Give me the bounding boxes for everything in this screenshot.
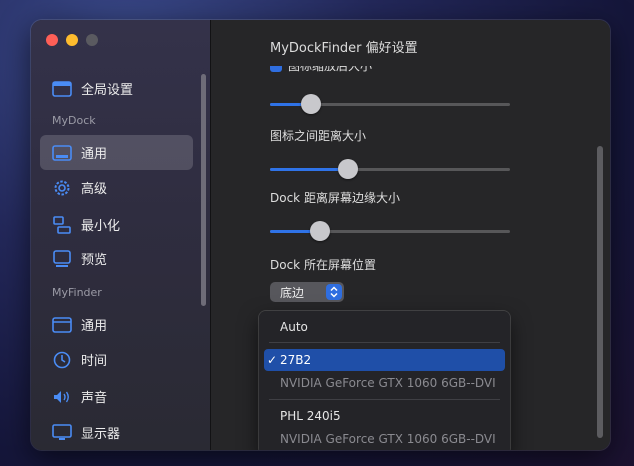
sidebar-item-minimize[interactable]: 最小化: [40, 207, 193, 242]
dock-position-popup[interactable]: 底边: [270, 282, 344, 302]
slider-knob[interactable]: [300, 94, 321, 114]
sidebar-item-advanced[interactable]: 高级: [40, 170, 193, 205]
sidebar-item-label: 通用: [81, 147, 108, 162]
display-select-menu: Auto ✓ 27B2 NVIDIA GeForce GTX 1060 6GB-…: [259, 311, 510, 450]
sidebar-item-label: 最小化: [81, 219, 121, 234]
sidebar-scrollbar[interactable]: [201, 74, 206, 306]
window-icon: [52, 315, 72, 335]
sidebar-item-sound[interactable]: 声音: [40, 379, 193, 414]
gear-icon: [52, 178, 72, 198]
menu-item-gpu-info: NVIDIA GeForce GTX 1060 6GB--DVI: [280, 376, 496, 390]
sidebar: 全局设置 MyDock 通用 高级 最小化 预览 MyFinder 通用 时间 …: [31, 20, 211, 450]
icon-spacing-slider[interactable]: [270, 159, 510, 179]
slider-knob[interactable]: [338, 159, 359, 179]
icon-zoom-size-label: 图标缩放后大小: [288, 66, 373, 73]
speaker-icon: [52, 387, 72, 407]
sidebar-item-dock-general[interactable]: 通用: [40, 135, 193, 170]
sidebar-item-label: 全局设置: [81, 83, 134, 98]
sidebar-item-label: 声音: [81, 391, 108, 406]
sidebar-item-label: 显示器: [81, 427, 121, 442]
sidebar-item-finder-general[interactable]: 通用: [40, 307, 193, 342]
sidebar-item-display[interactable]: 显示器: [40, 415, 193, 450]
minimize-button[interactable]: [66, 34, 78, 46]
section-header-myfinder: MyFinder: [52, 286, 102, 299]
icon-zoom-size-row: 图标缩放后大小: [270, 66, 450, 74]
preview-icon: [52, 249, 72, 269]
menu-item-auto[interactable]: Auto: [264, 316, 505, 338]
section-header-mydock: MyDock: [52, 114, 96, 127]
slider-knob[interactable]: [309, 221, 330, 241]
menu-item-gpu-info: NVIDIA GeForce GTX 1060 6GB--DVI: [280, 432, 496, 446]
menu-item-display-phl[interactable]: PHL 240i5: [264, 405, 505, 427]
zoom-button[interactable]: [86, 34, 98, 46]
icon-spacing-label: 图标之间距离大小: [270, 129, 367, 143]
menu-separator: [269, 342, 500, 343]
close-button[interactable]: [46, 34, 58, 46]
edge-distance-slider[interactable]: [270, 221, 510, 241]
menu-item-display-27b2[interactable]: ✓ 27B2: [264, 349, 505, 371]
display-icon: [52, 79, 72, 99]
preferences-window: 全局设置 MyDock 通用 高级 最小化 预览 MyFinder 通用 时间 …: [31, 20, 610, 450]
sidebar-item-label: 时间: [81, 354, 108, 369]
chevron-up-down-icon: [326, 284, 342, 300]
sidebar-item-label: 通用: [81, 319, 108, 334]
dock-position-value: 底边: [280, 285, 305, 300]
clock-icon: [52, 350, 72, 370]
edge-distance-label: Dock 距离屏幕边缘大小: [270, 191, 400, 205]
minimize-icon: [52, 215, 72, 235]
checkmark-icon: ✓: [267, 353, 278, 367]
sidebar-item-label: 高级: [81, 182, 108, 197]
sidebar-item-preview[interactable]: 预览: [40, 241, 193, 276]
slider-fill: [270, 168, 349, 171]
sidebar-item-time[interactable]: 时间: [40, 342, 193, 377]
icon-zoom-size-slider[interactable]: [270, 94, 510, 114]
icon-zoom-checkbox[interactable]: [270, 66, 282, 72]
window-title: MyDockFinder 偏好设置: [270, 41, 418, 56]
dock-position-label: Dock 所在屏幕位置: [270, 258, 376, 272]
dock-icon: [52, 143, 72, 163]
sidebar-item-global-settings[interactable]: 全局设置: [40, 71, 193, 106]
settings-scrollbar[interactable]: [597, 146, 603, 438]
menu-separator: [269, 399, 500, 400]
monitor-icon: [52, 423, 72, 443]
sidebar-item-label: 预览: [81, 253, 108, 268]
